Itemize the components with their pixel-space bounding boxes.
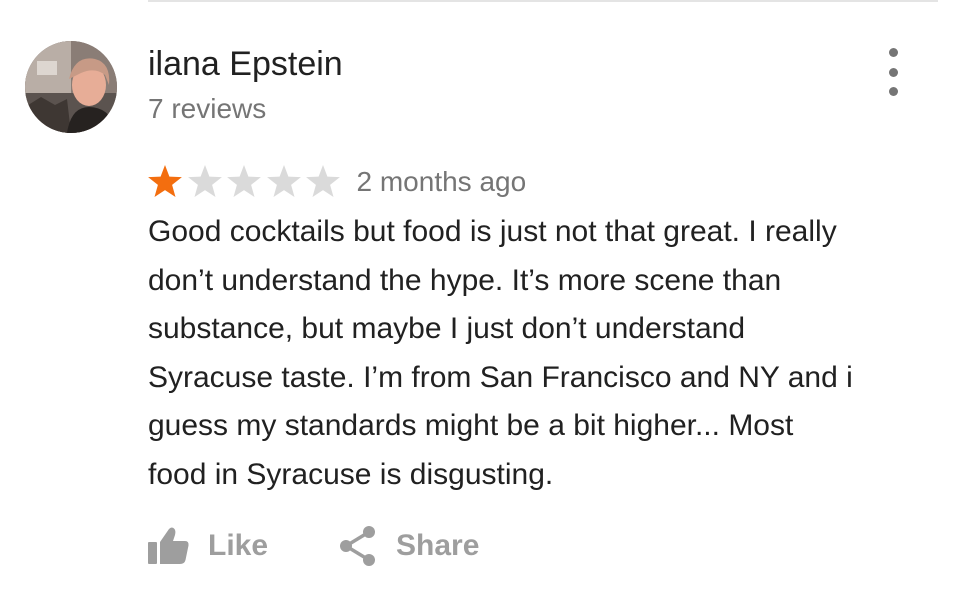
like-label: Like — [208, 529, 269, 562]
like-button[interactable]: Like — [146, 526, 268, 566]
share-button[interactable]: Share — [338, 525, 479, 567]
menu-dot — [888, 87, 898, 96]
avatar[interactable] — [25, 41, 117, 133]
avatar-image — [25, 41, 117, 133]
star-empty-icon — [306, 165, 340, 197]
review-actions: Like Share — [146, 522, 479, 570]
review-card: ilana Epstein 7 reviews 2 months ago Goo… — [0, 0, 954, 600]
share-label: Share — [396, 529, 480, 562]
reviewer-name[interactable]: ilana Epstein — [148, 42, 343, 86]
divider — [148, 0, 938, 2]
star-empty-icon — [266, 165, 301, 197]
review-count[interactable]: 7 reviews — [148, 90, 266, 128]
star-empty-icon — [187, 165, 222, 197]
star-rating — [145, 162, 343, 202]
star-filled-icon — [148, 165, 182, 197]
more-vert-icon[interactable] — [876, 48, 910, 96]
thumb-up-icon — [148, 527, 189, 564]
menu-dot — [888, 67, 898, 77]
review-date: 2 months ago — [356, 166, 527, 197]
review-text: Good cocktails but food is just not that… — [148, 215, 853, 491]
rating-row: 2 months ago — [145, 162, 526, 202]
star-empty-icon — [227, 165, 261, 197]
share-icon — [340, 526, 376, 566]
menu-dot — [888, 48, 898, 57]
